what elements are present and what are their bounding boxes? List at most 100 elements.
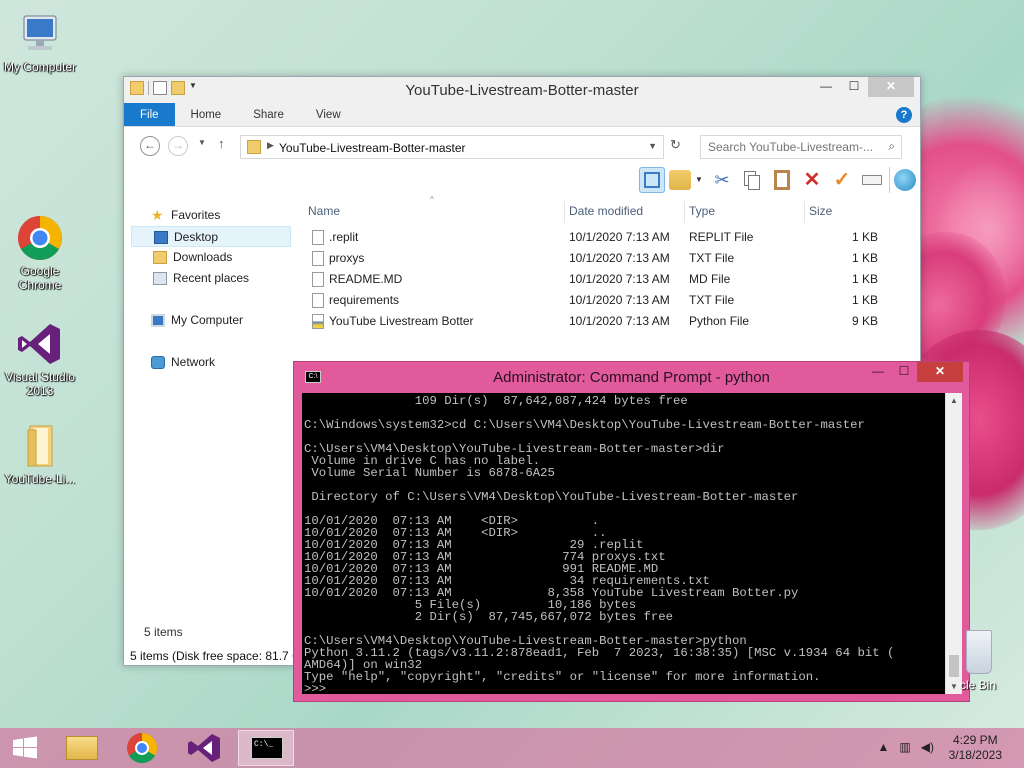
recycle-bin-icon (966, 630, 992, 674)
folder-icon (16, 422, 64, 470)
chevron-down-icon[interactable]: ▼ (695, 167, 705, 193)
start-button[interactable] (2, 730, 48, 766)
network-icon (151, 356, 165, 369)
column-headers: Name ^ Date modified Type Size (302, 195, 882, 223)
back-button[interactable]: ← (140, 136, 160, 156)
scrollbar-thumb[interactable] (949, 655, 959, 677)
nav-my-computer[interactable]: My Computer (131, 310, 291, 331)
network-tray-icon[interactable]: ▥ (899, 740, 910, 754)
chevron-right-icon: ▶ (267, 140, 274, 150)
file-row[interactable]: YouTube Livestream Botter 10/1/2020 7:13… (302, 311, 882, 332)
maximize-button[interactable]: ☐ (891, 362, 917, 382)
scroll-up-icon[interactable]: ▲ (950, 396, 958, 405)
desktop-icon-label: My Computer (3, 60, 77, 74)
globe-icon[interactable] (894, 169, 916, 191)
windows-logo-icon (13, 736, 37, 759)
console-output[interactable]: 109 Dir(s) 87,642,087,424 bytes free C:\… (302, 393, 945, 694)
column-size[interactable]: Size (809, 204, 832, 218)
address-bar[interactable]: ▶ YouTube-Livestream-Botter-master ▼ (240, 135, 664, 159)
taskbar-clock[interactable]: 4:29 PM 3/18/2023 (949, 733, 1002, 763)
cmd-title-bar[interactable]: C:\ Administrator: Command Prompt - pyth… (294, 362, 969, 392)
chrome-icon (127, 733, 158, 764)
address-row: ← → ▼ ↑ ▶ YouTube-Livestream-Botter-mast… (124, 127, 920, 163)
column-name[interactable]: Name (308, 204, 340, 218)
desktop-icon-youtube-folder[interactable]: YouTube-Li... (0, 422, 80, 486)
desktop-icon-my-computer[interactable]: My Computer (0, 10, 80, 74)
file-icon (312, 272, 324, 287)
cut-icon[interactable]: ✂ (709, 167, 735, 193)
rename-icon[interactable] (859, 167, 885, 193)
address-text: YouTube-Livestream-Botter-master (279, 141, 466, 155)
paste-icon[interactable] (769, 167, 795, 193)
taskbar-file-explorer[interactable] (54, 730, 110, 766)
copy-icon[interactable] (739, 167, 765, 193)
desktop-icon (154, 231, 168, 244)
file-row[interactable]: proxys 10/1/2020 7:13 AM TXT File 1 KB (302, 248, 882, 269)
tab-home[interactable]: Home (175, 103, 238, 126)
clock-date: 3/18/2023 (948, 748, 1002, 762)
tab-share[interactable]: Share (237, 103, 300, 126)
file-row[interactable]: requirements 10/1/2020 7:13 AM TXT File … (302, 290, 882, 311)
volume-icon[interactable]: ◀) (921, 740, 934, 754)
file-row[interactable]: README.MD 10/1/2020 7:13 AM MD File 1 KB (302, 269, 882, 290)
console-icon: C:\_ (251, 737, 283, 759)
nav-desktop[interactable]: Desktop (131, 226, 291, 247)
system-tray: ▲ ▥ ◀) (878, 740, 934, 754)
text-file-icon (312, 251, 324, 266)
maximize-button[interactable]: ☐ (840, 77, 868, 97)
nav-favorites[interactable]: ★ Favorites (131, 205, 291, 226)
preview-pane-icon[interactable] (639, 167, 665, 193)
help-icon[interactable]: ? (896, 107, 912, 123)
delete-icon[interactable]: ✕ (799, 167, 825, 193)
desktop-icon-recycle-bin[interactable]: cle Bin (960, 630, 1024, 692)
file-row[interactable]: .replit 10/1/2020 7:13 AM REPLIT File 1 … (302, 227, 882, 248)
file-icon (312, 230, 324, 245)
nav-network[interactable]: Network (131, 352, 291, 373)
search-input[interactable] (701, 136, 879, 158)
folder-icon (247, 140, 261, 154)
tab-file[interactable]: File (124, 103, 175, 126)
minimize-button[interactable]: — (865, 362, 891, 382)
visual-studio-icon (16, 320, 64, 368)
navigation-pane: ★ Favorites Desktop Downloads Recent pla… (131, 205, 291, 373)
column-type[interactable]: Type (689, 204, 715, 218)
forward-button[interactable]: → (168, 136, 188, 156)
text-file-icon (312, 293, 324, 308)
desktop-icon-label: Visual Studio 2013 (5, 370, 75, 398)
star-icon: ★ (151, 207, 164, 223)
taskbar-command-prompt[interactable]: C:\_ (238, 730, 294, 766)
up-arrow-icon[interactable]: ↑ (218, 136, 225, 151)
python-file-icon (312, 314, 324, 329)
explorer-title-bar[interactable]: ▼ YouTube-Livestream-Botter-master — ☐ ✕ (124, 77, 920, 103)
column-date-modified[interactable]: Date modified (569, 204, 643, 218)
chrome-icon (16, 214, 64, 262)
desktop-icon-visual-studio[interactable]: Visual Studio 2013 (0, 320, 80, 398)
clock-time: 4:29 PM (952, 733, 998, 747)
folder-options-icon[interactable] (669, 170, 691, 190)
search-box[interactable]: ⌕ (700, 135, 902, 159)
checkmark-icon[interactable]: ✓ (829, 167, 855, 193)
refresh-icon[interactable]: ↻ (670, 137, 681, 153)
desktop-icon-chrome[interactable]: Google Chrome (0, 214, 80, 292)
chevron-down-icon[interactable]: ▼ (648, 141, 657, 151)
taskbar-visual-studio[interactable] (176, 730, 232, 766)
command-toolbar: ▼ ✂ ✕ ✓ (124, 163, 920, 197)
chevron-up-icon[interactable]: ▲ (878, 740, 890, 754)
window-title: YouTube-Livestream-Botter-master (405, 82, 639, 99)
ribbon-tabs: File Home Share View ? (124, 103, 920, 127)
tab-view[interactable]: View (300, 103, 357, 126)
file-list: Name ^ Date modified Type Size .replit 1… (302, 195, 882, 332)
close-button[interactable]: ✕ (868, 77, 914, 97)
minimize-button[interactable]: — (812, 77, 840, 97)
status-bar-text: 5 items (Disk free space: 81.7 G (130, 649, 302, 663)
taskbar: C:\_ ▲ ▥ ◀) 4:29 PM 3/18/2023 (0, 728, 1024, 768)
recent-locations-icon[interactable]: ▼ (198, 138, 206, 147)
scroll-down-icon[interactable]: ▼ (950, 682, 958, 691)
nav-recent-places[interactable]: Recent places (131, 268, 291, 289)
recent-places-icon (153, 272, 167, 285)
close-button[interactable]: ✕ (917, 362, 963, 382)
nav-downloads[interactable]: Downloads (131, 247, 291, 268)
item-count: 5 items (144, 625, 183, 639)
taskbar-chrome[interactable] (114, 730, 170, 766)
search-icon[interactable]: ⌕ (888, 139, 895, 154)
